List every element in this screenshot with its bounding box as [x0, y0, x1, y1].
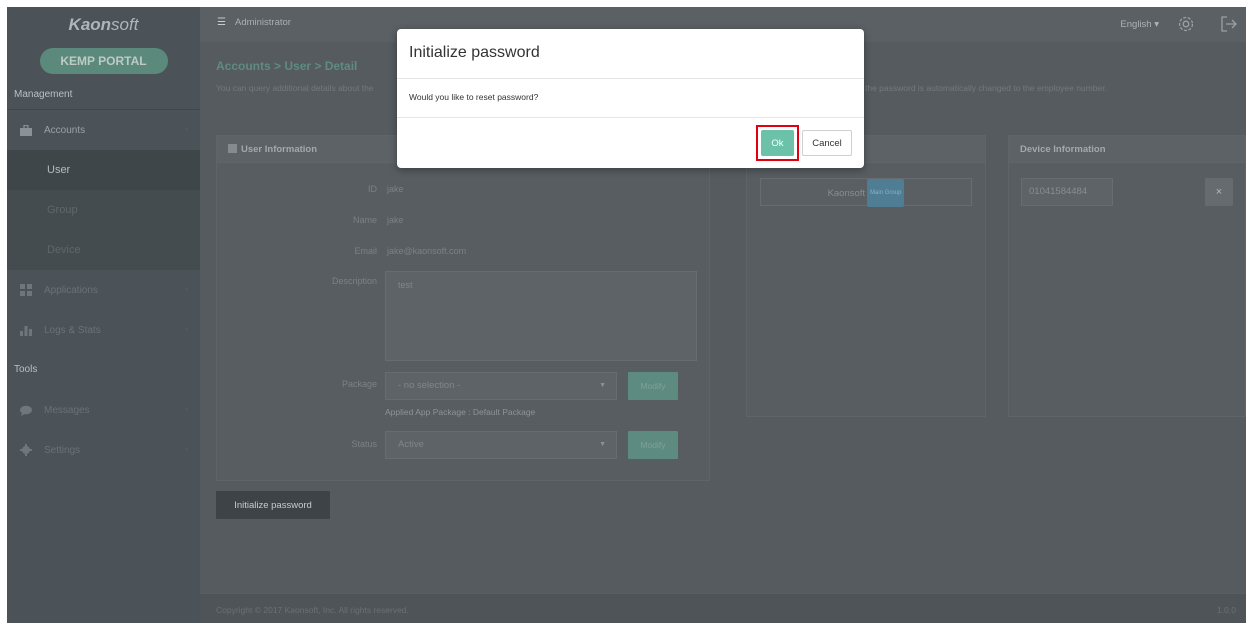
sidebar-subitem-user[interactable]: User: [7, 150, 200, 190]
user-information-panel: User Information ID jake Name jake Email…: [216, 135, 710, 481]
ok-button[interactable]: Ok: [761, 130, 794, 156]
sidebar-item-label: Messages: [44, 404, 90, 416]
email-value: jake@kaonsoft.com: [387, 246, 467, 256]
dialog-divider: [397, 78, 864, 79]
status-select-value: Active: [398, 439, 424, 450]
package-label: Package: [341, 379, 377, 389]
sidebar-item-label: Applications: [44, 284, 98, 296]
sidebar-subitem-group[interactable]: Group: [7, 190, 200, 230]
square-icon: [228, 144, 237, 153]
name-value: jake: [387, 215, 404, 225]
id-value: jake: [387, 184, 404, 194]
sidebar-item-messages[interactable]: Messages ‹: [7, 390, 200, 430]
bar-chart-icon: [20, 324, 32, 336]
sidebar-item-applications[interactable]: Applications ‹: [7, 270, 200, 310]
name-label: Name: [352, 215, 377, 225]
device-number-field[interactable]: 01041584484: [1021, 178, 1113, 206]
briefcase-icon: [20, 124, 32, 136]
delete-device-button[interactable]: ×: [1205, 178, 1233, 206]
description-label: Description: [331, 276, 377, 286]
status-label: Status: [351, 439, 377, 449]
panel-title: User Information: [241, 144, 318, 155]
package-modify-button[interactable]: Modify: [628, 372, 678, 400]
applied-package-text: Applied App Package : Default Package: [385, 407, 536, 417]
footer: Copyright © 2017 Kaonsoft, Inc. All righ…: [200, 593, 1246, 623]
status-select[interactable]: Active ▼: [385, 431, 617, 459]
sidebar: Kaon soft KEMP PORTAL Management Accounts…: [7, 7, 200, 623]
page-description: You can query additional details about t…: [216, 83, 374, 93]
menu-toggle-icon[interactable]: ☰: [217, 17, 226, 28]
chat-icon: [20, 404, 32, 416]
logout-icon[interactable]: [1220, 14, 1238, 34]
chevron-icon: ‹: [185, 444, 188, 453]
sidebar-item-label: Accounts: [44, 124, 86, 136]
management-section-label: Management: [7, 80, 200, 110]
panel-title: Device Information: [1020, 144, 1106, 155]
language-dropdown[interactable]: English ▾: [1120, 19, 1159, 30]
gear-icon: [20, 444, 32, 456]
page-description-continued: the password is automatically changed to…: [865, 83, 1107, 93]
caret-down-icon: ▼: [599, 382, 606, 389]
email-label: Email: [354, 246, 377, 256]
tools-section-label: Tools: [14, 364, 38, 375]
initialize-password-button[interactable]: Initialize password: [216, 491, 330, 519]
grid-icon: [20, 284, 32, 296]
device-information-panel: Device Information 01041584484 ×: [1008, 135, 1246, 417]
group-tag: Kaonsoft Main Group: [760, 178, 972, 207]
package-select-value: - no selection -: [398, 380, 461, 391]
package-select[interactable]: - no selection - ▼: [385, 372, 617, 400]
chevron-icon: ‹: [185, 404, 188, 413]
status-modify-button[interactable]: Modify: [628, 431, 678, 459]
version-text: 1.0.0: [1217, 605, 1236, 615]
breadcrumb: Accounts > User > Detail: [216, 59, 358, 73]
dialog-title: Initialize password: [409, 44, 540, 61]
sidebar-item-settings[interactable]: Settings ‹: [7, 430, 200, 470]
copyright-text: Copyright © 2017 Kaonsoft, Inc. All righ…: [216, 605, 409, 615]
chevron-icon: ‹: [185, 284, 188, 293]
description-textarea[interactable]: test: [385, 271, 697, 361]
main-group-badge: Main Group: [867, 179, 905, 207]
caret-down-icon: ▼: [599, 441, 606, 448]
sidebar-subitem-device[interactable]: Device: [7, 230, 200, 270]
app-root: Kaon soft KEMP PORTAL Management Accounts…: [7, 7, 1246, 623]
portal-badge[interactable]: KEMP PORTAL: [39, 48, 168, 74]
logo-light-text: soft: [111, 15, 139, 34]
sidebar-item-accounts[interactable]: Accounts ‹: [7, 110, 200, 150]
id-label: ID: [368, 184, 377, 194]
group-information-panel: Kaonsoft Main Group: [746, 135, 986, 417]
chevron-icon: ‹: [185, 124, 188, 133]
initialize-password-dialog: Initialize password Would you like to re…: [397, 29, 864, 168]
cancel-button[interactable]: Cancel: [802, 130, 852, 156]
panel-header: Device Information: [1009, 136, 1245, 163]
logo-bold-text: Kaon: [68, 15, 112, 34]
dialog-divider: [397, 117, 864, 118]
sidebar-item-label: Settings: [44, 444, 81, 456]
chevron-icon: ‹: [185, 324, 188, 333]
sidebar-item-logs-stats[interactable]: Logs & Stats ‹: [7, 310, 200, 350]
sidebar-item-label: Logs & Stats: [44, 324, 101, 336]
current-user-label: Administrator: [235, 17, 291, 28]
dialog-message: Would you like to reset password?: [409, 92, 539, 102]
settings-gear-icon[interactable]: [1176, 14, 1196, 34]
group-name: Kaonsoft: [827, 188, 866, 199]
logo[interactable]: Kaon soft: [7, 7, 200, 43]
